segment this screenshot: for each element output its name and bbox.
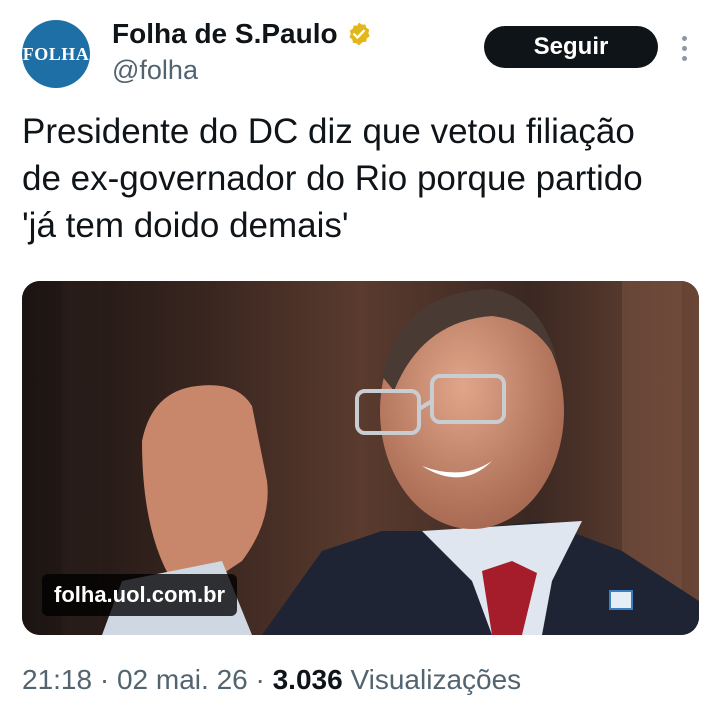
views-count: 3.036 [272, 664, 343, 695]
tweet-meta: 21:18 · 02 mai. 26 · 3.036 Visualizações [22, 664, 521, 696]
avatar[interactable]: FOLHA [22, 20, 90, 88]
tweet-time[interactable]: 21:18 [22, 664, 92, 695]
display-name-text: Folha de S.Paulo [112, 18, 338, 49]
avatar-logo-text: FOLHA [22, 43, 90, 64]
tweet-text: Presidente do DC diz que vetou filiação … [22, 112, 643, 245]
meta-separator: · [92, 664, 117, 695]
follow-button[interactable]: Seguir [484, 26, 658, 68]
tweet-date[interactable]: 02 mai. 26 [117, 664, 248, 695]
meta-separator: · [247, 664, 273, 695]
link-domain-badge[interactable]: folha.uol.com.br [42, 574, 238, 616]
verified-badge-icon [349, 22, 370, 46]
display-name[interactable]: Folha de S.Paulo [112, 18, 372, 50]
more-options-icon[interactable] [672, 30, 696, 66]
views-label: Visualizações [350, 664, 522, 695]
account-handle[interactable]: @folha [112, 55, 198, 86]
